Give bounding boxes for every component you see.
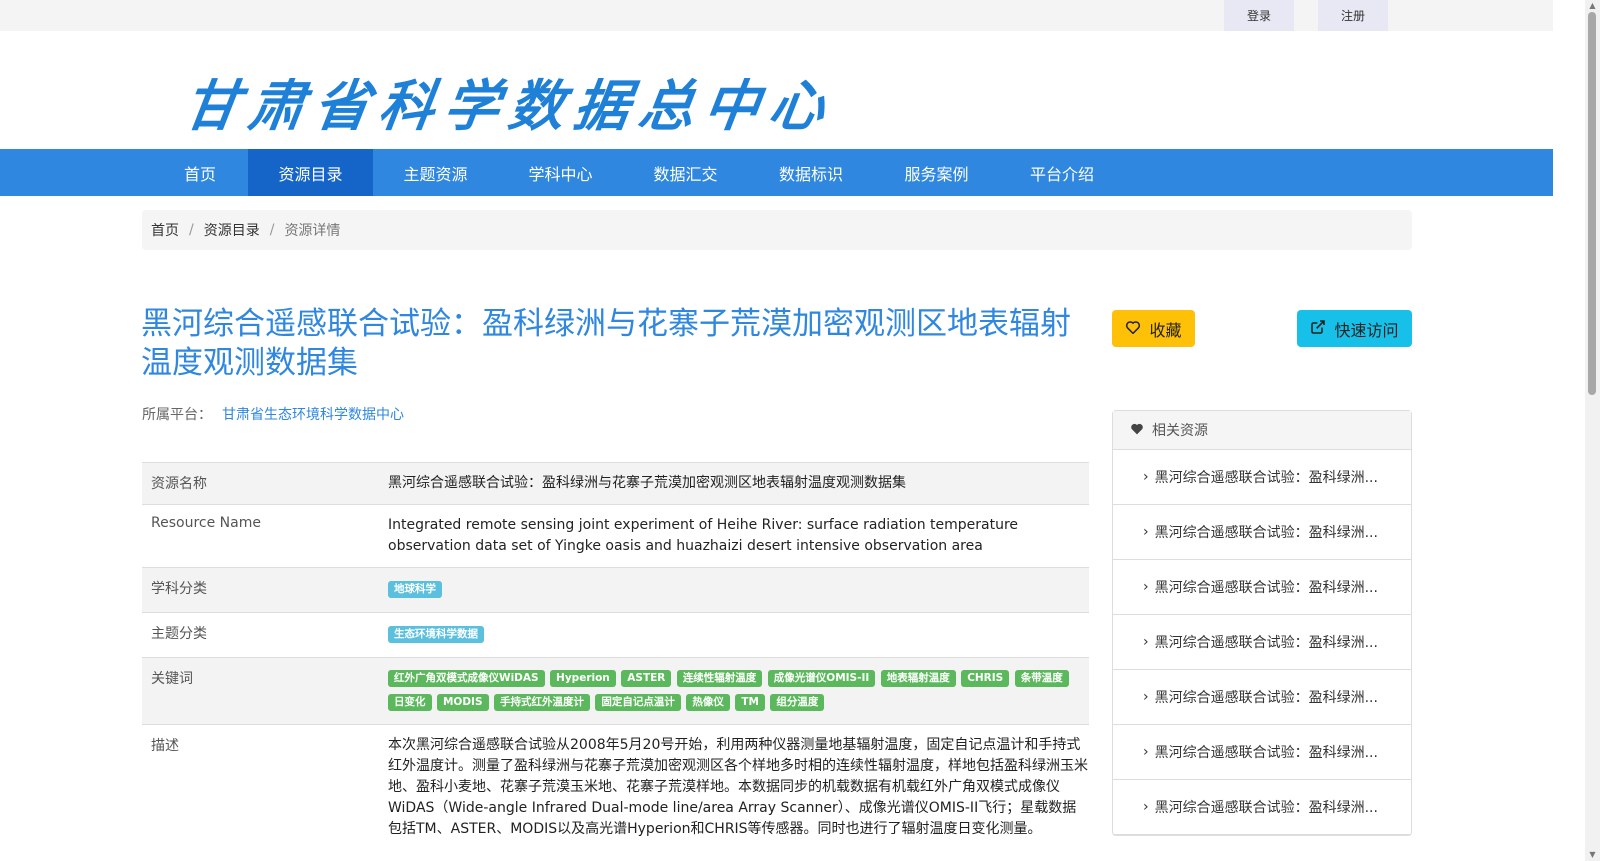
- nav-item-discipline[interactable]: 学科中心: [498, 149, 623, 196]
- login-button[interactable]: 登录: [1224, 0, 1294, 31]
- row-label: 描述: [142, 724, 379, 850]
- page-title: 黑河综合遥感联合试验：盈科绿洲与花寨子荒漠加密观测区地表辐射温度观测数据集: [141, 306, 1071, 381]
- nav-item-home[interactable]: 首页: [152, 149, 248, 196]
- chevron-right-icon: ›: [1143, 634, 1149, 650]
- chevron-right-icon: ›: [1143, 799, 1149, 815]
- breadcrumb-catalog[interactable]: 资源目录: [204, 220, 260, 240]
- related-item-label: 黑河综合遥感联合试验：盈科绿洲...: [1154, 525, 1378, 541]
- top-bar: 登录 注册: [0, 0, 1553, 31]
- heart-outline-icon: [1125, 319, 1141, 338]
- related-item-label: 黑河综合遥感联合试验：盈科绿洲...: [1154, 745, 1378, 761]
- row-value: 地球科学: [379, 567, 1089, 613]
- row-label: 学科分类: [142, 567, 379, 613]
- related-item[interactable]: › 黑河综合遥感联合试验：盈科绿洲...: [1113, 670, 1411, 725]
- nav-item-cases[interactable]: 服务案例: [874, 149, 999, 196]
- row-value: 生态环境科学数据: [379, 612, 1089, 658]
- chevron-right-icon: ›: [1143, 469, 1149, 485]
- keyword-tag[interactable]: MODIS: [436, 694, 489, 711]
- row-label: 资源名称: [142, 462, 379, 505]
- keyword-tag[interactable]: Hyperion: [550, 670, 616, 687]
- platform-link[interactable]: 甘肃省生态环境科学数据中心: [222, 407, 404, 423]
- breadcrumb-current: 资源详情: [284, 223, 341, 239]
- keyword-list: 红外广角双模式成像仪WiDAS Hyperion ASTER 连续性辐射温度 成…: [379, 657, 1089, 725]
- scroll-up-icon[interactable]: ▲: [1585, 0, 1600, 12]
- heart-icon: [1130, 422, 1144, 439]
- related-item-label: 黑河综合遥感联合试验：盈科绿洲...: [1154, 470, 1378, 486]
- keyword-tag[interactable]: CHRIS: [961, 670, 1010, 687]
- quick-access-button[interactable]: 快速访问: [1297, 310, 1412, 347]
- nav-item-identifier[interactable]: 数据标识: [748, 149, 874, 196]
- chevron-right-icon: ›: [1143, 524, 1149, 540]
- chevron-right-icon: ›: [1143, 744, 1149, 760]
- related-item[interactable]: › 黑河综合遥感联合试验：盈科绿洲...: [1113, 725, 1411, 780]
- row-value: 黑河综合遥感联合试验：盈科绿洲与花寨子荒漠加密观测区地表辐射温度观测数据集: [379, 462, 1089, 505]
- row-value: Integrated remote sensing joint experime…: [379, 504, 1089, 568]
- table-row: 学科分类 地球科学: [142, 567, 1089, 613]
- table-row: 主题分类 生态环境科学数据: [142, 612, 1089, 658]
- table-row: 资源名称 黑河综合遥感联合试验：盈科绿洲与花寨子荒漠加密观测区地表辐射温度观测数…: [142, 462, 1089, 505]
- main-nav: 首页 资源目录 主题资源 学科中心 数据汇交 数据标识 服务案例 平台介绍: [0, 149, 1553, 196]
- related-item-label: 黑河综合遥感联合试验：盈科绿洲...: [1154, 800, 1378, 816]
- scrollbar-thumb[interactable]: [1588, 12, 1596, 395]
- favorite-button[interactable]: 收藏: [1112, 310, 1195, 347]
- keyword-tag[interactable]: 连续性辐射温度: [676, 670, 763, 687]
- chevron-right-icon: ›: [1143, 689, 1149, 705]
- breadcrumb: 首页 / 资源目录 / 资源详情: [142, 210, 1412, 250]
- nav-item-about[interactable]: 平台介绍: [999, 149, 1125, 196]
- breadcrumb-separator: /: [189, 222, 194, 238]
- row-label: Resource Name: [142, 504, 379, 568]
- row-label: 关键词: [142, 657, 379, 725]
- page-scrollbar[interactable]: ▲ ▼: [1585, 0, 1600, 861]
- platform-label: 所属平台：: [142, 407, 212, 423]
- breadcrumb-home[interactable]: 首页: [151, 220, 179, 240]
- related-item[interactable]: › 黑河综合遥感联合试验：盈科绿洲...: [1113, 615, 1411, 670]
- breadcrumb-separator: /: [269, 222, 275, 238]
- site-header: 甘肃省科学数据总中心: [0, 31, 1553, 149]
- keyword-tag[interactable]: 地表辐射温度: [880, 670, 956, 687]
- row-value: 本次黑河综合遥感联合试验从2008年5月20号开始，利用两种仪器测量地基辐射温度…: [379, 724, 1089, 850]
- keyword-tag[interactable]: 固定自记点温计: [595, 694, 681, 711]
- table-row: 描述 本次黑河综合遥感联合试验从2008年5月20号开始，利用两种仪器测量地基辐…: [142, 724, 1089, 850]
- keyword-tag[interactable]: 条带温度: [1014, 670, 1069, 687]
- related-item[interactable]: › 黑河综合遥感联合试验：盈科绿洲...: [1113, 560, 1411, 615]
- related-item-label: 黑河综合遥感联合试验：盈科绿洲...: [1154, 580, 1378, 596]
- favorite-label: 收藏: [1149, 320, 1182, 340]
- scroll-down-icon[interactable]: ▼: [1585, 849, 1600, 861]
- table-row: Resource Name Integrated remote sensing …: [142, 504, 1089, 568]
- related-resources-panel: 相关资源 › 黑河综合遥感联合试验：盈科绿洲... › 黑河综合遥感联合试验：盈科绿…: [1112, 410, 1412, 836]
- keyword-tag[interactable]: 热像仪: [686, 694, 730, 711]
- keyword-tag[interactable]: 组分温度: [770, 694, 825, 711]
- theme-tag[interactable]: 生态环境科学数据: [388, 626, 484, 643]
- chevron-right-icon: ›: [1143, 579, 1149, 595]
- table-row: 关键词 红外广角双模式成像仪WiDAS Hyperion ASTER 连续性辐射…: [142, 657, 1089, 725]
- register-button[interactable]: 注册: [1318, 0, 1388, 31]
- keyword-tag[interactable]: 日变化: [388, 694, 432, 711]
- related-resources-title: 相关资源: [1152, 423, 1208, 439]
- keyword-tag[interactable]: 手持式红外温度计: [493, 694, 590, 711]
- platform-info: 所属平台： 甘肃省生态环境科学数据中心: [142, 404, 404, 424]
- related-item-label: 黑河综合遥感联合试验：盈科绿洲...: [1154, 690, 1378, 706]
- site-logo[interactable]: 甘肃省科学数据总中心: [179, 61, 840, 141]
- quick-access-label: 快速访问: [1334, 320, 1399, 340]
- related-item-label: 黑河综合遥感联合试验：盈科绿洲...: [1154, 635, 1378, 651]
- related-item[interactable]: › 黑河综合遥感联合试验：盈科绿洲...: [1113, 450, 1411, 505]
- related-item[interactable]: › 黑河综合遥感联合试验：盈科绿洲...: [1113, 780, 1411, 835]
- subject-tag[interactable]: 地球科学: [388, 581, 442, 598]
- keyword-tag[interactable]: TM: [735, 694, 765, 711]
- keyword-tag[interactable]: ASTER: [621, 670, 672, 687]
- keyword-tag[interactable]: 红外广角双模式成像仪WiDAS: [388, 670, 545, 687]
- nav-item-submission[interactable]: 数据汇交: [623, 149, 748, 196]
- resource-detail-table: 资源名称 黑河综合遥感联合试验：盈科绿洲与花寨子荒漠加密观测区地表辐射温度观测数…: [142, 462, 1089, 850]
- related-resources-header: 相关资源: [1113, 411, 1411, 450]
- nav-item-topic[interactable]: 主题资源: [373, 149, 498, 196]
- nav-item-catalog[interactable]: 资源目录: [248, 149, 373, 196]
- related-item[interactable]: › 黑河综合遥感联合试验：盈科绿洲...: [1113, 505, 1411, 560]
- keyword-tag[interactable]: 成像光谱仪OMIS-II: [767, 670, 876, 687]
- row-label: 主题分类: [142, 612, 379, 658]
- external-link-icon: [1310, 319, 1326, 339]
